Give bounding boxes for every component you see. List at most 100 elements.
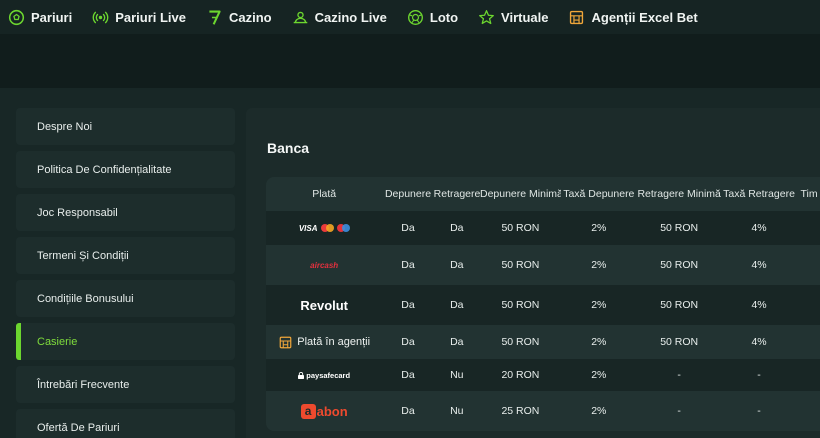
min-withdraw-cell: - (677, 405, 681, 417)
column-header: Depunere (384, 188, 432, 200)
deposit-fee-cell: 2% (591, 405, 607, 417)
lock-icon (298, 371, 305, 379)
table-row: paysafecard Da Nu 20 RON 2% - - (266, 359, 820, 391)
deposit-cell: Da (401, 405, 415, 417)
table-row: Plată în agenții Da Da 50 RON 2% 50 RON … (266, 325, 820, 359)
agency-payment-method: Plată în agenții (266, 335, 382, 350)
table-row: VISA Da Da 50 RON 2% 50 RON 4% (266, 211, 820, 245)
cashier-panel: Banca Plată Depunere Retragere Depunere … (246, 108, 820, 438)
withdraw-fee-cell: 4% (751, 259, 767, 271)
withdraw-fee-cell: 4% (751, 299, 767, 311)
withdraw-fee-cell: 4% (751, 222, 767, 234)
abon-mark-icon: a (300, 403, 316, 419)
withdraw-cell: Nu (450, 405, 464, 417)
sidebar: Despre Noi Politica De Confidențialitate… (16, 108, 235, 438)
sidebar-item-intrebari[interactable]: Întrebări Frecvente (16, 366, 235, 403)
live-signal-icon (92, 9, 109, 26)
store-icon (279, 336, 292, 348)
sidebar-item-termeni[interactable]: Termeni Și Condiții (16, 237, 235, 274)
nav-item-pariuri-live[interactable]: Pariuri Live (92, 0, 186, 34)
sidebar-item-politica[interactable]: Politica De Confidențialitate (16, 151, 235, 188)
lottery-ball-icon (407, 9, 424, 26)
nav-item-virtuale[interactable]: Virtuale (478, 0, 548, 34)
maestro-icon (336, 224, 350, 232)
nav-label: Cazino (229, 9, 272, 25)
nav-item-cazino[interactable]: Cazino (206, 0, 272, 34)
min-withdraw-cell: - (677, 369, 681, 381)
min-deposit-cell: 20 RON (501, 369, 540, 381)
deposit-fee-cell: 2% (591, 336, 607, 348)
column-header: Depunere Minimă (479, 188, 561, 200)
deposit-fee-cell: 2% (591, 299, 607, 311)
deposit-cell: Da (401, 259, 415, 271)
sidebar-item-oferta[interactable]: Ofertă De Pariuri (16, 409, 235, 438)
min-deposit-cell: 50 RON (501, 222, 540, 234)
nav-label: Cazino Live (314, 9, 387, 25)
aircash-logo: aircash (266, 261, 382, 270)
page-title: Banca (267, 140, 310, 156)
withdraw-fee-cell: - (757, 369, 761, 381)
withdraw-cell: Da (450, 222, 464, 234)
deposit-cell: Da (401, 299, 415, 311)
min-deposit-cell: 50 RON (501, 299, 540, 311)
deposit-fee-cell: 2% (591, 369, 607, 381)
sidebar-item-casierie[interactable]: Casierie (16, 323, 235, 360)
visa-label: VISA (298, 223, 318, 233)
min-withdraw-cell: 50 RON (660, 299, 699, 311)
top-navigation: Pariuri Pariuri Live Cazino Cazino Live … (0, 0, 820, 34)
deposit-cell: Da (401, 336, 415, 348)
table-row: Revolut Da Da 50 RON 2% 50 RON 4% (266, 285, 820, 325)
column-header: Taxă Depunere (563, 188, 635, 200)
table-row: aircash Da Da 50 RON 2% 50 RON 4% (266, 245, 820, 285)
table-row: a abon Da Nu 25 RON 2% - - (266, 391, 820, 431)
table-header-row: Plată Depunere Retragere Depunere Minimă… (266, 177, 820, 211)
sidebar-item-label: Joc Responsabil (37, 206, 118, 219)
min-deposit-cell: 50 RON (501, 336, 540, 348)
nav-label: Agenții Excel Bet (591, 9, 698, 25)
sidebar-item-label: Întrebări Frecvente (37, 378, 130, 391)
mastercard-icon (320, 224, 334, 232)
withdraw-cell: Da (450, 259, 464, 271)
withdraw-cell: Nu (450, 369, 464, 381)
paysafecard-label: paysafecard (306, 370, 351, 380)
sidebar-item-label: Politica De Confidențialitate (37, 163, 172, 176)
sidebar-item-label: Ofertă De Pariuri (37, 421, 120, 434)
sidebar-item-bonus[interactable]: Condițiile Bonusului (16, 280, 235, 317)
min-deposit-cell: 25 RON (501, 405, 540, 417)
deposit-fee-cell: 2% (591, 222, 607, 234)
column-header: Retragere Minimă (637, 188, 721, 200)
min-withdraw-cell: 50 RON (660, 222, 699, 234)
sidebar-item-joc-responsabil[interactable]: Joc Responsabil (16, 194, 235, 231)
aircash-label: aircash (310, 260, 339, 270)
soccer-ball-icon (8, 9, 25, 26)
abon-logo: a abon (266, 403, 382, 419)
sidebar-item-label: Despre Noi (37, 120, 93, 133)
nav-label: Pariuri (31, 9, 73, 25)
nav-item-agentii[interactable]: Agenții Excel Bet (568, 0, 698, 34)
nav-item-pariuri[interactable]: Pariuri (8, 0, 72, 34)
revolut-logo: Revolut (266, 298, 382, 313)
deposit-fee-cell: 2% (591, 259, 607, 271)
abon-label: abon (316, 403, 348, 419)
header-band (0, 34, 820, 88)
nav-item-cazino-live[interactable]: Cazino Live (292, 0, 387, 34)
deposit-cell: Da (401, 222, 415, 234)
nav-label: Pariuri Live (115, 9, 186, 25)
min-deposit-cell: 50 RON (501, 259, 540, 271)
sidebar-item-label: Condițiile Bonusului (37, 292, 134, 305)
paysafecard-logo: paysafecard (266, 371, 382, 380)
withdraw-cell: Da (450, 336, 464, 348)
sidebar-item-despre-noi[interactable]: Despre Noi (16, 108, 235, 145)
revolut-label: Revolut (300, 297, 349, 313)
sidebar-item-label: Termeni Și Condiții (37, 249, 129, 262)
deposit-cell: Da (401, 369, 415, 381)
min-withdraw-cell: 50 RON (660, 336, 699, 348)
withdraw-cell: Da (450, 299, 464, 311)
nav-item-loto[interactable]: Loto (407, 0, 458, 34)
sidebar-item-label: Casierie (37, 335, 78, 348)
agency-label: Plată în agenții (297, 336, 371, 348)
store-icon (568, 9, 585, 26)
visa-mastercard-maestro-logo: VISA (266, 224, 382, 233)
nav-label: Virtuale (501, 9, 549, 25)
seven-icon (206, 9, 223, 26)
